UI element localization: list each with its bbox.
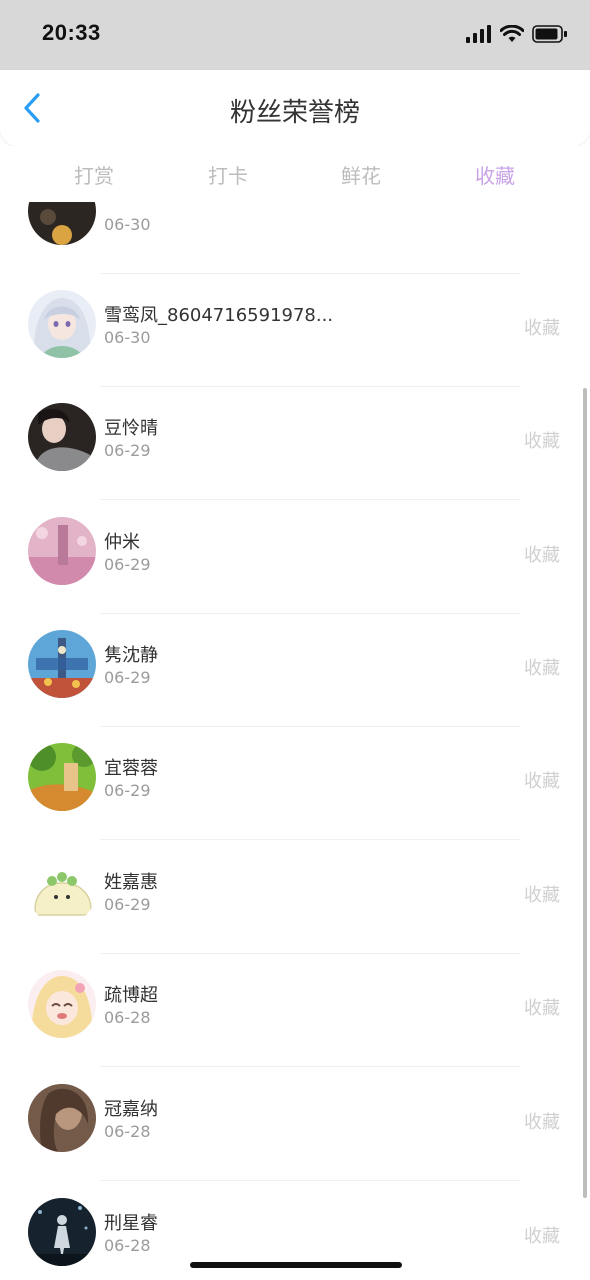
avatar [28,290,96,358]
user-date: 06-28 [104,1122,151,1141]
list-item[interactable]: 宜蓉蓉 06-29 收藏 [0,727,590,840]
favorite-label: 收藏 [524,545,560,566]
favorite-label: 收藏 [524,318,560,339]
list-item[interactable]: 06-30 [0,202,590,274]
user-name: 豆怜晴 [104,418,158,439]
avatar [28,630,96,698]
divider [100,499,520,500]
status-icons [466,24,568,48]
scrollbar[interactable] [583,388,587,1198]
tab-checkin[interactable]: 打卡 [168,160,288,189]
user-name: 姓嘉惠 [104,872,158,893]
user-name: 冠嘉纳 [104,1099,158,1120]
user-date: 06-28 [104,1236,151,1255]
divider [100,839,520,840]
user-date: 06-29 [104,555,151,574]
avatar [28,1084,96,1152]
divider [100,1180,520,1181]
avatar [28,202,96,245]
status-time: 20:33 [42,20,101,45]
user-date: 06-29 [104,895,151,914]
user-name: 宜蓉蓉 [104,758,158,779]
tab-flowers[interactable]: 鲜花 [301,160,421,189]
tab-bar: 打赏 打卡 鲜花 收藏 [0,146,590,202]
divider [100,1066,520,1067]
status-bar: 20:33 [0,0,590,70]
user-date: 06-30 [104,328,151,347]
avatar [28,970,96,1038]
list-item[interactable]: 豆怜晴 06-29 收藏 [0,387,590,500]
user-name: 隽沈静 [104,645,158,666]
list-item[interactable]: 隽沈静 06-29 收藏 [0,614,590,727]
user-date: 06-28 [104,1008,151,1027]
list-item[interactable]: 雪鸾凤_8604716591978... 06-30 收藏 [0,274,590,387]
list-item[interactable]: 仲米 06-29 收藏 [0,501,590,614]
avatar [28,1198,96,1266]
wifi-icon [499,24,525,47]
home-indicator[interactable] [190,1262,402,1268]
list-item[interactable]: 姓嘉惠 06-29 收藏 [0,841,590,954]
favorite-label: 收藏 [524,1112,560,1133]
fan-list: 06-30 雪鸾凤_8604716591978... 06-30 收藏 豆怜晴 … [0,202,590,1280]
user-date: 06-30 [104,215,151,234]
list-item[interactable]: 疏博超 06-28 收藏 [0,954,590,1067]
favorite-label: 收藏 [524,885,560,906]
favorite-label: 收藏 [524,1226,560,1247]
nav-header: 粉丝荣誉榜 [0,70,590,146]
favorite-label: 收藏 [524,658,560,679]
signal-icon [466,25,492,47]
favorite-label: 收藏 [524,771,560,792]
list-item[interactable]: 冠嘉纳 06-28 收藏 [0,1068,590,1181]
avatar [28,743,96,811]
avatar [28,857,96,925]
favorite-label: 收藏 [524,431,560,452]
favorite-label: 收藏 [524,998,560,1019]
user-date: 06-29 [104,668,151,687]
tab-favorites[interactable]: 收藏 [435,160,555,189]
user-name: 刑星睿 [104,1213,158,1234]
tab-reward[interactable]: 打赏 [34,160,154,189]
avatar [28,517,96,585]
user-name: 疏博超 [104,985,158,1006]
battery-icon [532,25,568,47]
page-title: 粉丝荣誉榜 [229,98,360,128]
user-name: 雪鸾凤_8604716591978... [104,305,334,326]
user-date: 06-29 [104,781,151,800]
avatar [28,403,96,471]
user-date: 06-29 [104,441,151,460]
user-name: 仲米 [104,532,140,553]
